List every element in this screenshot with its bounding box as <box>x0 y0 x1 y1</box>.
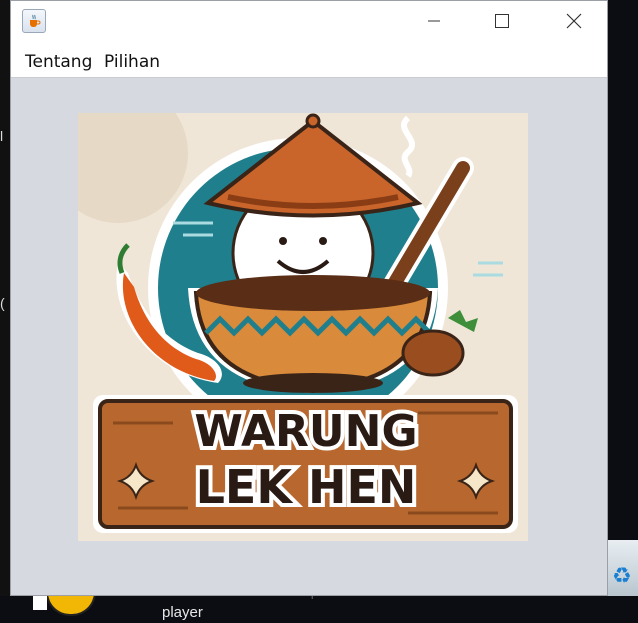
desktop-fragment: l <box>0 128 4 144</box>
logo-line2: LEK HEN <box>196 460 417 514</box>
shortcut-arrow-icon <box>33 596 47 610</box>
close-icon <box>566 13 582 29</box>
menu-tentang[interactable]: Tentang <box>25 52 92 72</box>
minimize-button[interactable] <box>411 1 457 41</box>
warung-logo-image: WARUNG WARUNG LEK HEN LEK HEN <box>78 113 528 541</box>
java-coffee-cup-icon[interactable] <box>22 9 46 33</box>
title-bar[interactable] <box>11 1 607 41</box>
close-button[interactable] <box>551 1 597 41</box>
desktop-taskbar-area <box>0 596 638 623</box>
desktop-background <box>0 0 10 623</box>
desktop-icon-label[interactable]: player <box>162 604 203 621</box>
app-window: Tentang Pilihan WARUNG WARUNG LEK HEN LE… <box>10 0 608 596</box>
minimize-icon <box>428 20 440 22</box>
desktop-fragment: ( <box>0 295 5 311</box>
logo-line1: WARUNG <box>194 406 417 457</box>
maximize-button[interactable] <box>479 1 525 41</box>
menu-pilihan[interactable]: Pilihan <box>104 52 160 72</box>
menu-bar: Tentang Pilihan <box>11 41 607 78</box>
recycle-symbol-icon: ♻ <box>612 563 632 588</box>
maximize-icon <box>495 14 509 28</box>
